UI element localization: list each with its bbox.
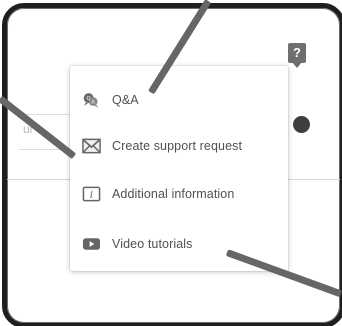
menu-item-qa[interactable]: Q A Q&A xyxy=(70,81,288,119)
menu-item-video-tutorials[interactable]: Video tutorials xyxy=(70,225,288,263)
info-icon: i xyxy=(82,185,101,204)
menu-item-label: Video tutorials xyxy=(112,237,193,251)
video-icon xyxy=(82,235,101,254)
status-dot xyxy=(293,116,310,133)
menu-item-label: Additional information xyxy=(112,187,235,201)
qa-icon: Q A xyxy=(82,91,101,110)
menu-item-label: Create support request xyxy=(112,139,243,153)
screenshot-stage: ui ? Q A Q&A Create support request i Ad… xyxy=(0,0,342,326)
menu-item-support-request[interactable]: Create support request xyxy=(70,127,288,165)
svg-text:Q: Q xyxy=(87,96,91,102)
menu-item-additional-information[interactable]: i Additional information xyxy=(70,175,288,213)
menu-item-label: Q&A xyxy=(112,93,139,107)
svg-text:i: i xyxy=(90,189,93,201)
envelope-icon xyxy=(82,137,101,156)
help-button[interactable]: ? xyxy=(288,43,306,68)
help-menu: Q A Q&A Create support request i Additio… xyxy=(70,66,288,271)
